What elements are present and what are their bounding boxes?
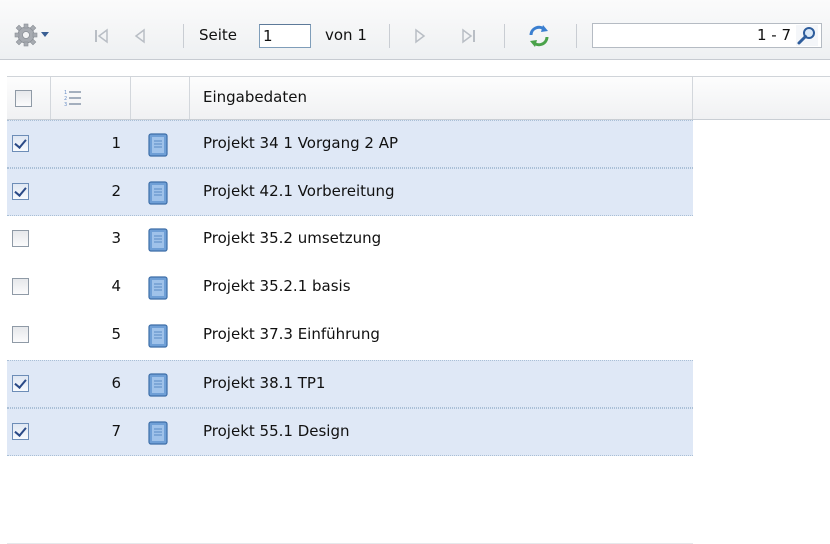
table-row[interactable]: 7 Projekt 55.1 Design (7, 408, 693, 456)
svg-text:3: 3 (64, 102, 67, 108)
prev-page-button[interactable] (128, 24, 152, 48)
document-icon (148, 181, 168, 209)
document-icon (148, 276, 168, 304)
row-number: 5 (111, 325, 121, 343)
document-icon (148, 228, 168, 256)
refresh-icon (529, 25, 549, 47)
row-label: Projekt 55.1 Design (203, 422, 350, 440)
document-icon (148, 324, 168, 352)
search-field[interactable]: 1 - 7 (592, 23, 822, 48)
document-icon (148, 421, 168, 449)
column-header-label: Eingabedaten (203, 88, 307, 106)
data-grid: 1 2 3 Eingabedaten 1 Projekt 34 1 Vorgang… (7, 76, 830, 544)
last-page-button[interactable] (456, 24, 480, 48)
column-header-eingabedaten[interactable]: Eingabedaten (190, 77, 693, 119)
numbered-list-icon: 1 2 3 (64, 90, 81, 108)
row-number: 7 (111, 422, 121, 440)
table-row[interactable]: 6 Projekt 38.1 TP1 (7, 360, 693, 408)
select-all-checkbox[interactable] (15, 90, 32, 107)
page-label: Seite (199, 26, 238, 44)
select-all-column-header (7, 77, 51, 119)
row-number: 3 (111, 229, 121, 247)
record-range-label: 1 - 7 (756, 26, 791, 44)
row-label: Projekt 37.3 Einführung (203, 325, 380, 343)
row-number: 2 (111, 182, 121, 200)
document-icon (148, 133, 168, 161)
document-icon (148, 373, 168, 401)
icon-column-header[interactable] (131, 77, 190, 119)
table-row[interactable]: 1 Projekt 34 1 Vorgang 2 AP (7, 120, 693, 168)
first-page-icon (95, 28, 108, 44)
page-count-label: von 1 (325, 26, 367, 44)
grid-header: 1 2 3 Eingabedaten (7, 76, 830, 120)
last-page-icon (462, 28, 475, 44)
next-page-button[interactable] (408, 24, 432, 48)
row-number: 1 (111, 134, 121, 152)
table-row[interactable]: 4 Projekt 35.2.1 basis (7, 264, 693, 312)
row-label: Projekt 42.1 Vorbereitung (203, 182, 395, 200)
row-number-column-header[interactable]: 1 2 3 (51, 77, 131, 119)
paging-toolbar: Seite von 1 1 - 7 (0, 0, 830, 60)
row-label: Projekt 35.2.1 basis (203, 277, 351, 295)
page-number-input[interactable] (259, 24, 311, 48)
table-row[interactable]: 3 Projekt 35.2 umsetzung (7, 216, 693, 264)
row-number: 4 (111, 277, 121, 295)
chevron-down-icon (41, 32, 49, 37)
search-icon[interactable] (796, 25, 818, 46)
prev-page-icon (134, 28, 145, 44)
row-number: 6 (111, 374, 121, 392)
gear-icon (14, 23, 49, 47)
refresh-button[interactable] (525, 22, 553, 50)
settings-menu-button[interactable] (14, 22, 54, 48)
next-page-icon (415, 28, 426, 44)
row-label: Projekt 38.1 TP1 (203, 374, 326, 392)
row-label: Projekt 35.2 umsetzung (203, 229, 382, 247)
first-page-button[interactable] (90, 24, 114, 48)
table-row[interactable]: 2 Projekt 42.1 Vorbereitung (7, 168, 693, 216)
row-label: Projekt 34 1 Vorgang 2 AP (203, 134, 398, 152)
table-row[interactable]: 5 Projekt 37.3 Einführung (7, 312, 693, 360)
